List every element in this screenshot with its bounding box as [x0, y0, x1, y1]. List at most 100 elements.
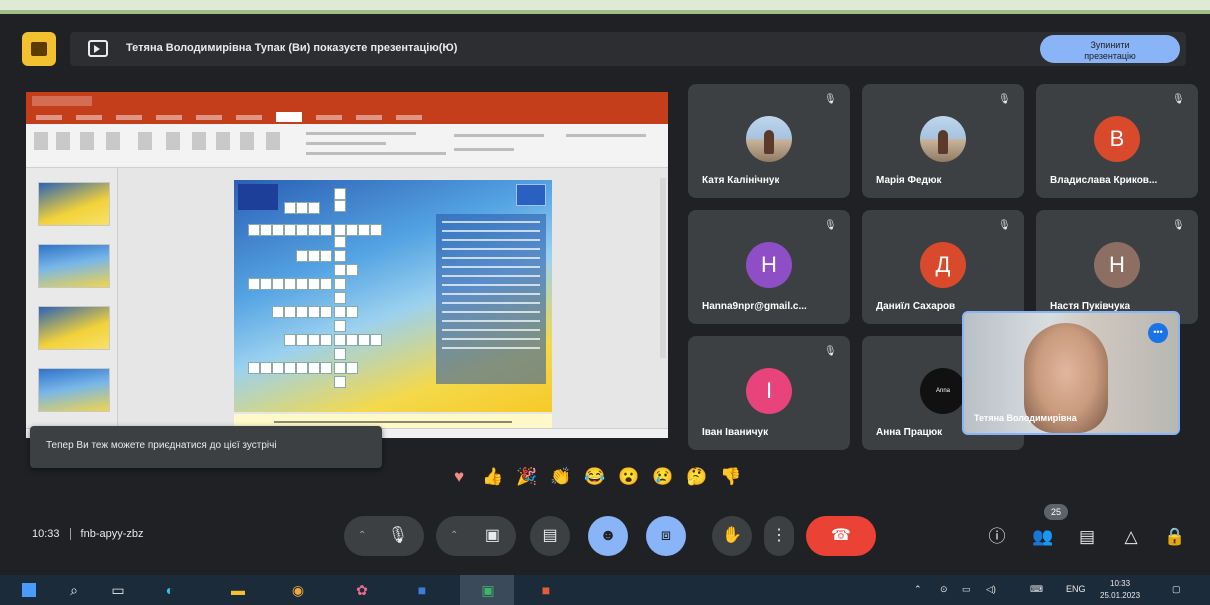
slide-thumbnail[interactable]: [38, 368, 110, 412]
tray-keyboard-icon[interactable]: ⌨: [1030, 584, 1043, 595]
taskbar-active-app[interactable]: ▣: [460, 575, 514, 605]
self-view-tile[interactable]: ••• Тетяна Володимирівна: [962, 311, 1180, 435]
more-options-icon[interactable]: •••: [1148, 323, 1168, 343]
laugh-reaction-icon[interactable]: 😂: [584, 466, 606, 488]
ppt-ribbon-tabs: [26, 110, 668, 124]
app-icon[interactable]: ✿: [354, 582, 370, 598]
present-button[interactable]: ⧈: [646, 516, 686, 556]
hand-icon: ✋: [722, 527, 742, 544]
edge-browser-icon[interactable]: ◐: [162, 582, 178, 598]
participant-avatar: Д: [920, 242, 966, 288]
host-controls-button[interactable]: 🔒: [1162, 524, 1188, 550]
participant-avatar: Anna: [920, 368, 966, 414]
sad-reaction-icon[interactable]: 😢: [652, 466, 674, 488]
more-options-button[interactable]: ⋮: [764, 516, 794, 556]
end-call-icon: ☎: [831, 527, 851, 544]
mic-off-icon: 🎙: [1172, 94, 1185, 105]
participant-name: Марія Федюк: [876, 175, 942, 186]
slide-thumbnails: [26, 168, 118, 438]
meet-app-icon: ▣: [481, 582, 495, 598]
participant-name: Іван Іваничук: [702, 427, 769, 438]
participant-tile[interactable]: 🎙 Н Hanna9npr@gmail.c...: [688, 210, 850, 324]
taskbar-clock[interactable]: 10:33 25.01.2023: [1100, 578, 1140, 602]
search-icon[interactable]: ⌕: [66, 582, 82, 598]
meet-logo-icon: [22, 32, 56, 66]
mic-off-icon: 🎙: [998, 220, 1011, 231]
slide-thumbnail[interactable]: [38, 182, 110, 226]
presenting-banner: Тетяна Володимирівна Тупак (Ви) показуєт…: [70, 32, 1186, 66]
heart-reaction-icon[interactable]: ♥: [448, 466, 470, 488]
clock-date: 25.01.2023: [1100, 591, 1141, 600]
tray-battery-icon[interactable]: ▭: [962, 584, 971, 595]
participant-avatar: В: [1094, 116, 1140, 162]
join-notification: Тепер Ви теж можете приєднатися до цієї …: [30, 426, 382, 468]
participant-tile[interactable]: 🎙 Катя Калінічнук: [688, 84, 850, 198]
leave-call-button[interactable]: ☎: [806, 516, 876, 556]
participant-avatar: [746, 116, 792, 162]
mic-off-icon: 🎙: [998, 94, 1011, 105]
emoji-icon: ☻: [599, 527, 617, 544]
microphone-icon: 🎙: [387, 527, 408, 544]
chat-button[interactable]: ▤: [1074, 524, 1100, 550]
tray-language[interactable]: ENG: [1066, 584, 1086, 594]
browser-top-strip: [0, 0, 1210, 14]
surprised-reaction-icon[interactable]: 😮: [618, 466, 640, 488]
self-view-name: Тетяна Володимирівна: [974, 413, 1077, 423]
slide-scrollbar[interactable]: [660, 178, 666, 358]
current-slide: [234, 180, 552, 438]
party-reaction-icon[interactable]: 🎉: [516, 466, 538, 488]
people-button[interactable]: 👥: [1030, 524, 1056, 550]
browser-tab-line: [0, 10, 1210, 14]
participant-tile[interactable]: 🎙 Марія Федюк: [862, 84, 1024, 198]
stop-presenting-button[interactable]: Зупинити презентацію: [1040, 35, 1180, 63]
participant-tile[interactable]: 🎙 Д Даниїл Сахаров: [862, 210, 1024, 324]
captions-button[interactable]: ▤: [530, 516, 570, 556]
powerpoint-icon[interactable]: ■: [538, 582, 554, 598]
meeting-time: 10:33: [32, 528, 60, 540]
thumbs-down-reaction-icon[interactable]: 👎: [720, 466, 742, 488]
ppt-ribbon: [26, 124, 668, 168]
info-icon: ⓘ: [988, 527, 1006, 546]
tray-network-icon[interactable]: ⊙: [940, 584, 948, 595]
raise-hand-button[interactable]: ✋: [712, 516, 752, 556]
slide-thumbnail[interactable]: [38, 244, 110, 288]
ppt-title-bar: [26, 92, 668, 110]
participant-tile[interactable]: 🎙 Н Настя Пуківчука: [1036, 210, 1198, 324]
microphone-button[interactable]: ⌃ 🎙: [344, 516, 424, 556]
mic-off-icon: 🎙: [824, 220, 837, 231]
word-icon[interactable]: ■: [414, 582, 430, 598]
stop-presenting-label-2: презентацію: [1084, 50, 1136, 61]
camera-button[interactable]: ⌃ ▣: [436, 516, 516, 556]
thinking-reaction-icon[interactable]: 🤔: [686, 466, 708, 488]
participant-tile[interactable]: 🎙 І Іван Іваничук: [688, 336, 850, 450]
chrome-browser-icon[interactable]: ◉: [290, 582, 306, 598]
participant-avatar: Н: [1094, 242, 1140, 288]
mic-off-icon: 🎙: [824, 94, 837, 105]
ppt-workspace: [26, 168, 668, 438]
mic-off-icon: 🎙: [1172, 220, 1185, 231]
thumbs-up-reaction-icon[interactable]: 👍: [482, 466, 504, 488]
camera-icon: ▣: [484, 527, 500, 544]
file-explorer-icon[interactable]: ▬: [230, 582, 246, 598]
notifications-icon[interactable]: ▢: [1172, 584, 1181, 595]
participant-avatar: [920, 116, 966, 162]
participant-avatar: І: [746, 368, 792, 414]
reactions-button[interactable]: ☻: [588, 516, 628, 556]
people-count-badge: 25: [1044, 504, 1068, 520]
stop-presenting-label-1: Зупинити: [1090, 39, 1130, 50]
meeting-details-button[interactable]: ⓘ: [984, 524, 1010, 550]
tray-chevron-icon[interactable]: ⌃: [914, 584, 922, 595]
tray-volume-icon[interactable]: ◁): [986, 584, 996, 595]
lock-icon: 🔒: [1164, 527, 1186, 546]
participant-name: Даниїл Сахаров: [876, 301, 956, 312]
mic-options-icon[interactable]: ⌃: [358, 516, 366, 556]
windows-start-icon[interactable]: [22, 583, 36, 597]
participant-tile[interactable]: 🎙 В Владислава Криков...: [1036, 84, 1198, 198]
slide-questions-box: [436, 214, 546, 384]
task-view-icon[interactable]: ▭: [110, 582, 126, 598]
clap-reaction-icon[interactable]: 👏: [550, 466, 572, 488]
reaction-bar: ♥ 👍 🎉 👏 😂 😮 😢 🤔 👎: [448, 466, 742, 488]
slide-thumbnail[interactable]: [38, 306, 110, 350]
activities-button[interactable]: △: [1118, 524, 1144, 550]
camera-options-icon[interactable]: ⌃: [450, 516, 458, 556]
